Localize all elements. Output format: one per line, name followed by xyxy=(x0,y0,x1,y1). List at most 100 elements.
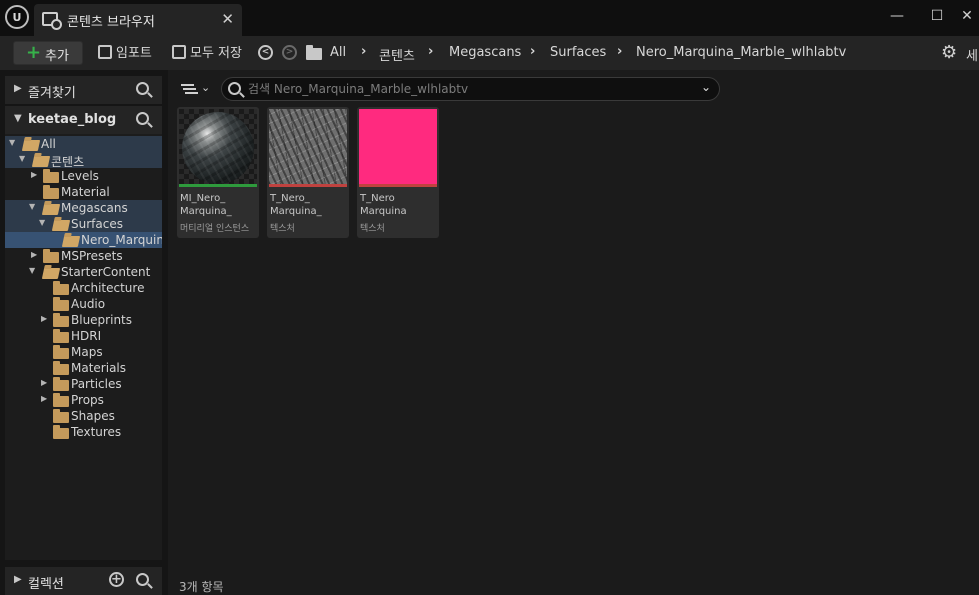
tree-item-blueprints[interactable]: ▶ Blueprints xyxy=(5,312,162,328)
asset-type: 텍스처 xyxy=(270,224,295,234)
chevron-down-icon[interactable]: ▼ xyxy=(9,138,15,147)
tree-item-all[interactable]: ▼ All xyxy=(5,136,162,152)
breadcrumb-surfaces[interactable]: Surfaces xyxy=(550,45,606,60)
material-sphere-preview xyxy=(182,112,254,184)
collections-title: 컬렉션 xyxy=(28,577,64,592)
chevron-down-icon[interactable]: ▼ xyxy=(29,266,35,275)
tree-item-material[interactable]: Material xyxy=(5,184,162,200)
tree-item-startercontent[interactable]: ▼ StarterContent xyxy=(5,264,162,280)
folder-open-icon xyxy=(31,156,51,167)
asset-tile[interactable]: T_Nero_ Marquina_ 텍스처 xyxy=(267,107,349,238)
folder-open-icon xyxy=(41,204,61,215)
tree-item-surfaces[interactable]: ▼ Surfaces xyxy=(5,216,162,232)
tree-item-label: Textures xyxy=(71,425,122,439)
tree-item-label: Audio xyxy=(71,297,106,311)
tree-item-megascans[interactable]: ▼ Megascans xyxy=(5,200,162,216)
gear-icon[interactable]: ⚙ xyxy=(941,42,957,63)
search-icon[interactable] xyxy=(136,573,149,586)
asset-type: 머티리얼 인스턴스 xyxy=(180,224,250,234)
asset-name: T_Nero Marquina xyxy=(360,193,407,217)
breadcrumb-separator: › xyxy=(530,44,536,59)
filter-button[interactable]: ⌄ xyxy=(181,81,213,99)
chevron-down-icon[interactable]: ▼ xyxy=(29,202,35,211)
favorites-title: 즐겨찾기 xyxy=(28,86,76,101)
breadcrumb-all[interactable]: All xyxy=(330,45,346,60)
asset-tile[interactable]: T_Nero Marquina 텍스처 xyxy=(357,107,439,238)
tree-item-shapes[interactable]: Shapes xyxy=(5,408,162,424)
tree-item-label: Megascans xyxy=(61,201,128,215)
tab-close-button[interactable]: ✕ xyxy=(221,10,234,28)
folder-icon xyxy=(306,45,322,60)
asset-thumbnail xyxy=(179,109,257,185)
favorites-header[interactable]: ▶ 즐겨찾기 xyxy=(5,76,162,104)
add-collection-icon[interactable]: + xyxy=(109,572,124,587)
folder-open-icon xyxy=(21,140,41,151)
asset-tile[interactable]: MI_Nero_ Marquina_ 머티리얼 인스턴스 xyxy=(177,107,259,238)
breadcrumb-megascans[interactable]: Megascans xyxy=(449,45,521,60)
tree-item-content[interactable]: ▼ 콘텐츠 xyxy=(5,152,162,169)
add-button[interactable]: + 추가 xyxy=(13,41,83,65)
toolbar: + 추가 임포트 모두 저장 < > All › 콘텐츠 › Megascans… xyxy=(0,36,979,70)
import-label: 임포트 xyxy=(116,46,152,61)
chevron-down-icon[interactable]: ▼ xyxy=(39,218,45,227)
minimize-button[interactable]: — xyxy=(880,5,914,27)
tree-item-label: MSPresets xyxy=(61,249,123,263)
project-header[interactable]: ▼ keetae_blog xyxy=(5,106,162,134)
breadcrumb-content[interactable]: 콘텐츠 xyxy=(379,45,415,64)
maximize-button[interactable]: ☐ xyxy=(920,5,954,27)
breadcrumb-current-folder[interactable]: Nero_Marquina_Marble_wlhlabtv xyxy=(636,45,846,60)
tab-title: 콘텐츠 브라우저 xyxy=(67,15,155,30)
unreal-logo-icon[interactable]: U xyxy=(5,5,29,29)
save-icon xyxy=(172,45,186,59)
asset-search-box[interactable]: ⌄ xyxy=(221,77,720,101)
save-all-label: 모두 저장 xyxy=(190,46,242,61)
tree-item-label: Nero_Marquina_Marble_wlhlabtv xyxy=(81,233,162,247)
search-icon[interactable] xyxy=(136,82,149,95)
folder-icon xyxy=(43,249,59,263)
settings-label[interactable]: 세 xyxy=(966,45,978,64)
tree-item-props[interactable]: ▶ Props xyxy=(5,392,162,408)
project-title: keetae_blog xyxy=(28,112,117,127)
asset-name: MI_Nero_ Marquina_ xyxy=(180,193,232,217)
sources-panel: ▶ 즐겨찾기 ▼ keetae_blog ▼ All ▼ 콘텐츠 ▶ Level… xyxy=(0,70,168,595)
tree-item-label: Particles xyxy=(71,377,122,391)
chevron-right-icon[interactable]: ▶ xyxy=(41,394,47,403)
folder-icon xyxy=(53,393,69,407)
folder-icon xyxy=(53,329,69,343)
tree-item-label: Architecture xyxy=(71,281,145,295)
breadcrumb-separator: › xyxy=(617,44,623,59)
tree-item-mspresets[interactable]: ▶ MSPresets xyxy=(5,248,162,264)
back-arrow-icon[interactable]: < xyxy=(258,45,273,60)
forward-arrow-icon[interactable]: > xyxy=(282,45,297,60)
collections-header[interactable]: ▶ 컬렉션 + xyxy=(5,567,162,595)
tree-item-materials[interactable]: Materials xyxy=(5,360,162,376)
tree-item-nero-marquina[interactable]: Nero_Marquina_Marble_wlhlabtv xyxy=(5,232,162,248)
tree-item-audio[interactable]: Audio xyxy=(5,296,162,312)
tab-content-browser[interactable]: 콘텐츠 브라우저 ✕ xyxy=(34,4,242,36)
add-button-label: 추가 xyxy=(45,49,69,64)
folder-icon xyxy=(53,297,69,311)
chevron-right-icon[interactable]: ▶ xyxy=(41,378,47,387)
chevron-down-icon[interactable]: ▼ xyxy=(19,154,25,163)
tree-item-levels[interactable]: ▶ Levels xyxy=(5,168,162,184)
chevron-right-icon: ▶ xyxy=(14,574,22,585)
close-window-button[interactable]: ✕ xyxy=(950,5,979,27)
folder-tree: ▼ All ▼ 콘텐츠 ▶ Levels Material ▼ Megascan… xyxy=(5,134,162,560)
tree-item-maps[interactable]: Maps xyxy=(5,344,162,360)
tree-item-architecture[interactable]: Architecture xyxy=(5,280,162,296)
folder-icon xyxy=(53,313,69,327)
tree-item-particles[interactable]: ▶ Particles xyxy=(5,376,162,392)
import-button[interactable]: 임포트 xyxy=(98,42,152,64)
save-all-button[interactable]: 모두 저장 xyxy=(172,42,242,64)
chevron-down-icon[interactable]: ⌄ xyxy=(701,80,711,94)
search-input[interactable] xyxy=(248,81,688,97)
search-icon[interactable] xyxy=(136,112,149,125)
chevron-right-icon[interactable]: ▶ xyxy=(41,314,47,323)
tree-item-textures[interactable]: Textures xyxy=(5,424,162,440)
asset-view: ⌄ ⌄ MI_Nero_ Marquina_ 머티리얼 인스턴스 T_Nero_… xyxy=(168,70,979,595)
folder-icon xyxy=(53,425,69,439)
tree-item-hdri[interactable]: HDRI xyxy=(5,328,162,344)
chevron-right-icon[interactable]: ▶ xyxy=(31,170,37,179)
chevron-right-icon[interactable]: ▶ xyxy=(31,250,37,259)
tree-item-label: Material xyxy=(61,185,110,199)
